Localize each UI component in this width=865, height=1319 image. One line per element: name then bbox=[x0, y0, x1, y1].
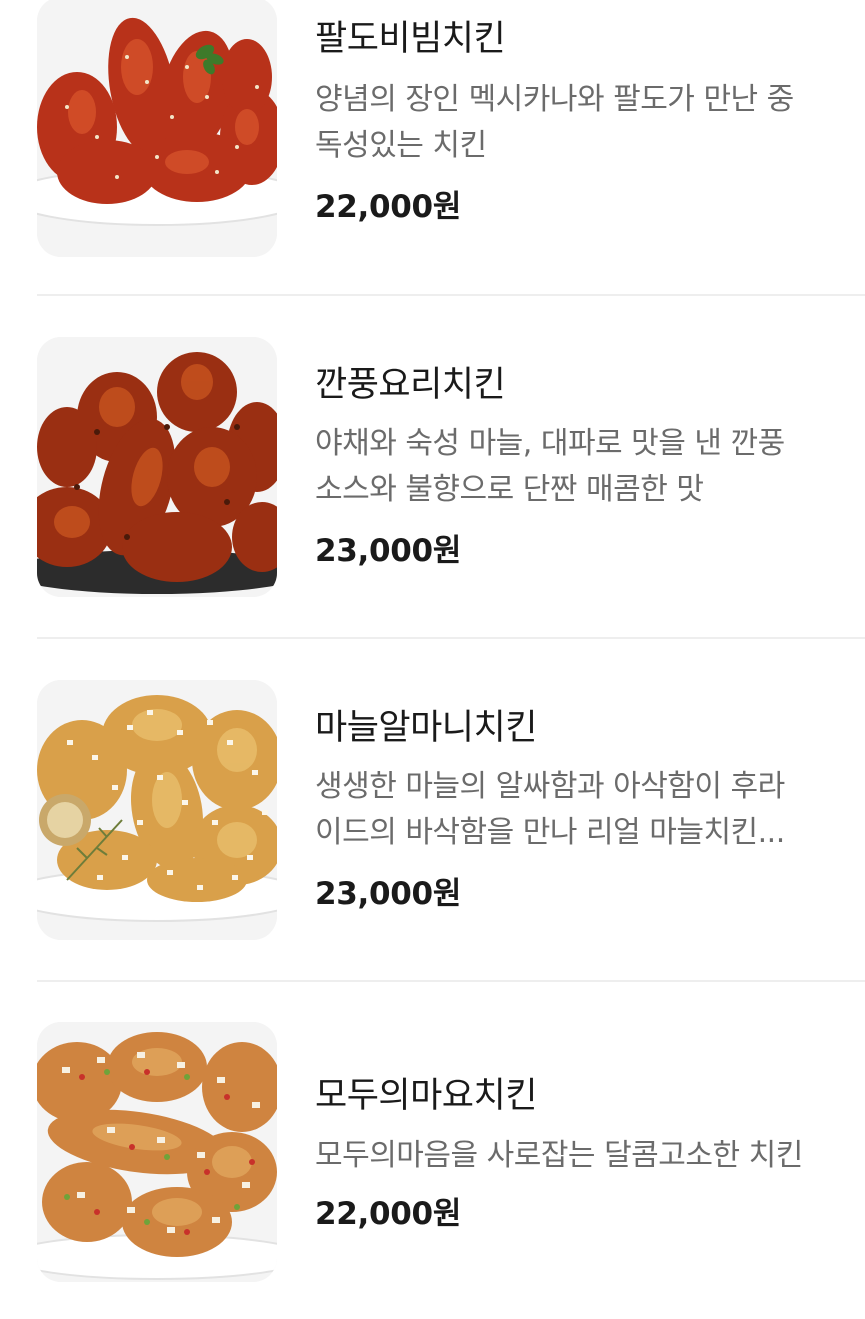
menu-item-description-line: 모두의마음을 사로잡는 달콤고소한 치킨 bbox=[315, 1138, 803, 1173]
menu-item-image bbox=[37, 0, 277, 257]
menu-item-name: 마늘알마니치킨 bbox=[315, 708, 537, 748]
menu-item-price: 22,000원 bbox=[315, 1196, 462, 1232]
menu-item-description: 생생한 마늘의 알싸함과 아삭함이 후라 이드의 바삭함을 만나 리얼 마늘치킨… bbox=[315, 764, 865, 856]
menu-item-description-line: 생생한 마늘의 알싸함과 아삭함이 후라 bbox=[315, 769, 785, 804]
menu-item-garlic-almani-chicken[interactable]: 마늘알마니치킨 생생한 마늘의 알싸함과 아삭함이 후라 이드의 바삭함을 만나… bbox=[37, 680, 865, 940]
menu-item-description-line: 이드의 바삭함을 만나 리얼 마늘치킨... bbox=[315, 815, 785, 850]
divider bbox=[37, 980, 865, 982]
menu-item-price: 23,000원 bbox=[315, 533, 462, 569]
menu-item-description: 야채와 숙성 마늘, 대파로 맛을 낸 깐풍 소스와 불향으로 단짠 매콤한 맛 bbox=[315, 421, 865, 513]
menu-item-image bbox=[37, 337, 277, 597]
kkanpung-chicken-image bbox=[37, 337, 277, 597]
menu-item-paldo-bibim-chicken[interactable]: 팔도비빔치킨 양념의 장인 멕시카나와 팔도가 만난 중 독성있는 치킨 22,… bbox=[37, 0, 865, 257]
menu-item-name: 깐풍요리치킨 bbox=[315, 365, 506, 405]
menu-item-image bbox=[37, 1022, 277, 1282]
menu-item-description-line: 독성있는 치킨 bbox=[315, 128, 487, 163]
menu-item-name: 팔도비빔치킨 bbox=[315, 19, 506, 59]
menu-list: 팔도비빔치킨 양념의 장인 멕시카나와 팔도가 만난 중 독성있는 치킨 22,… bbox=[0, 0, 865, 1319]
menu-item-modu-mayo-chicken[interactable]: 모두의마요치킨 모두의마음을 사로잡는 달콤고소한 치킨 22,000원 bbox=[37, 1022, 865, 1282]
menu-item-description-line: 양념의 장인 멕시카나와 팔도가 만난 중 bbox=[315, 82, 794, 117]
garlic-chicken-image bbox=[37, 680, 277, 940]
menu-item-description: 양념의 장인 멕시카나와 팔도가 만난 중 독성있는 치킨 bbox=[315, 77, 865, 169]
divider bbox=[37, 294, 865, 296]
spicy-chicken-image bbox=[37, 0, 277, 257]
menu-item-image bbox=[37, 680, 277, 940]
menu-item-name: 모두의마요치킨 bbox=[315, 1076, 537, 1116]
menu-item-kkanpung-chicken[interactable]: 깐풍요리치킨 야채와 숙성 마늘, 대파로 맛을 낸 깐풍 소스와 불향으로 단… bbox=[37, 337, 865, 597]
menu-item-description-line: 소스와 불향으로 단짠 매콤한 맛 bbox=[315, 472, 704, 507]
menu-item-description-line: 야채와 숙성 마늘, 대파로 맛을 낸 깐풍 bbox=[315, 426, 785, 461]
mayo-chicken-image bbox=[37, 1022, 277, 1282]
menu-item-description: 모두의마음을 사로잡는 달콤고소한 치킨 bbox=[315, 1133, 865, 1179]
menu-item-price: 23,000원 bbox=[315, 876, 462, 912]
divider bbox=[37, 637, 865, 639]
menu-item-price: 22,000원 bbox=[315, 189, 462, 225]
